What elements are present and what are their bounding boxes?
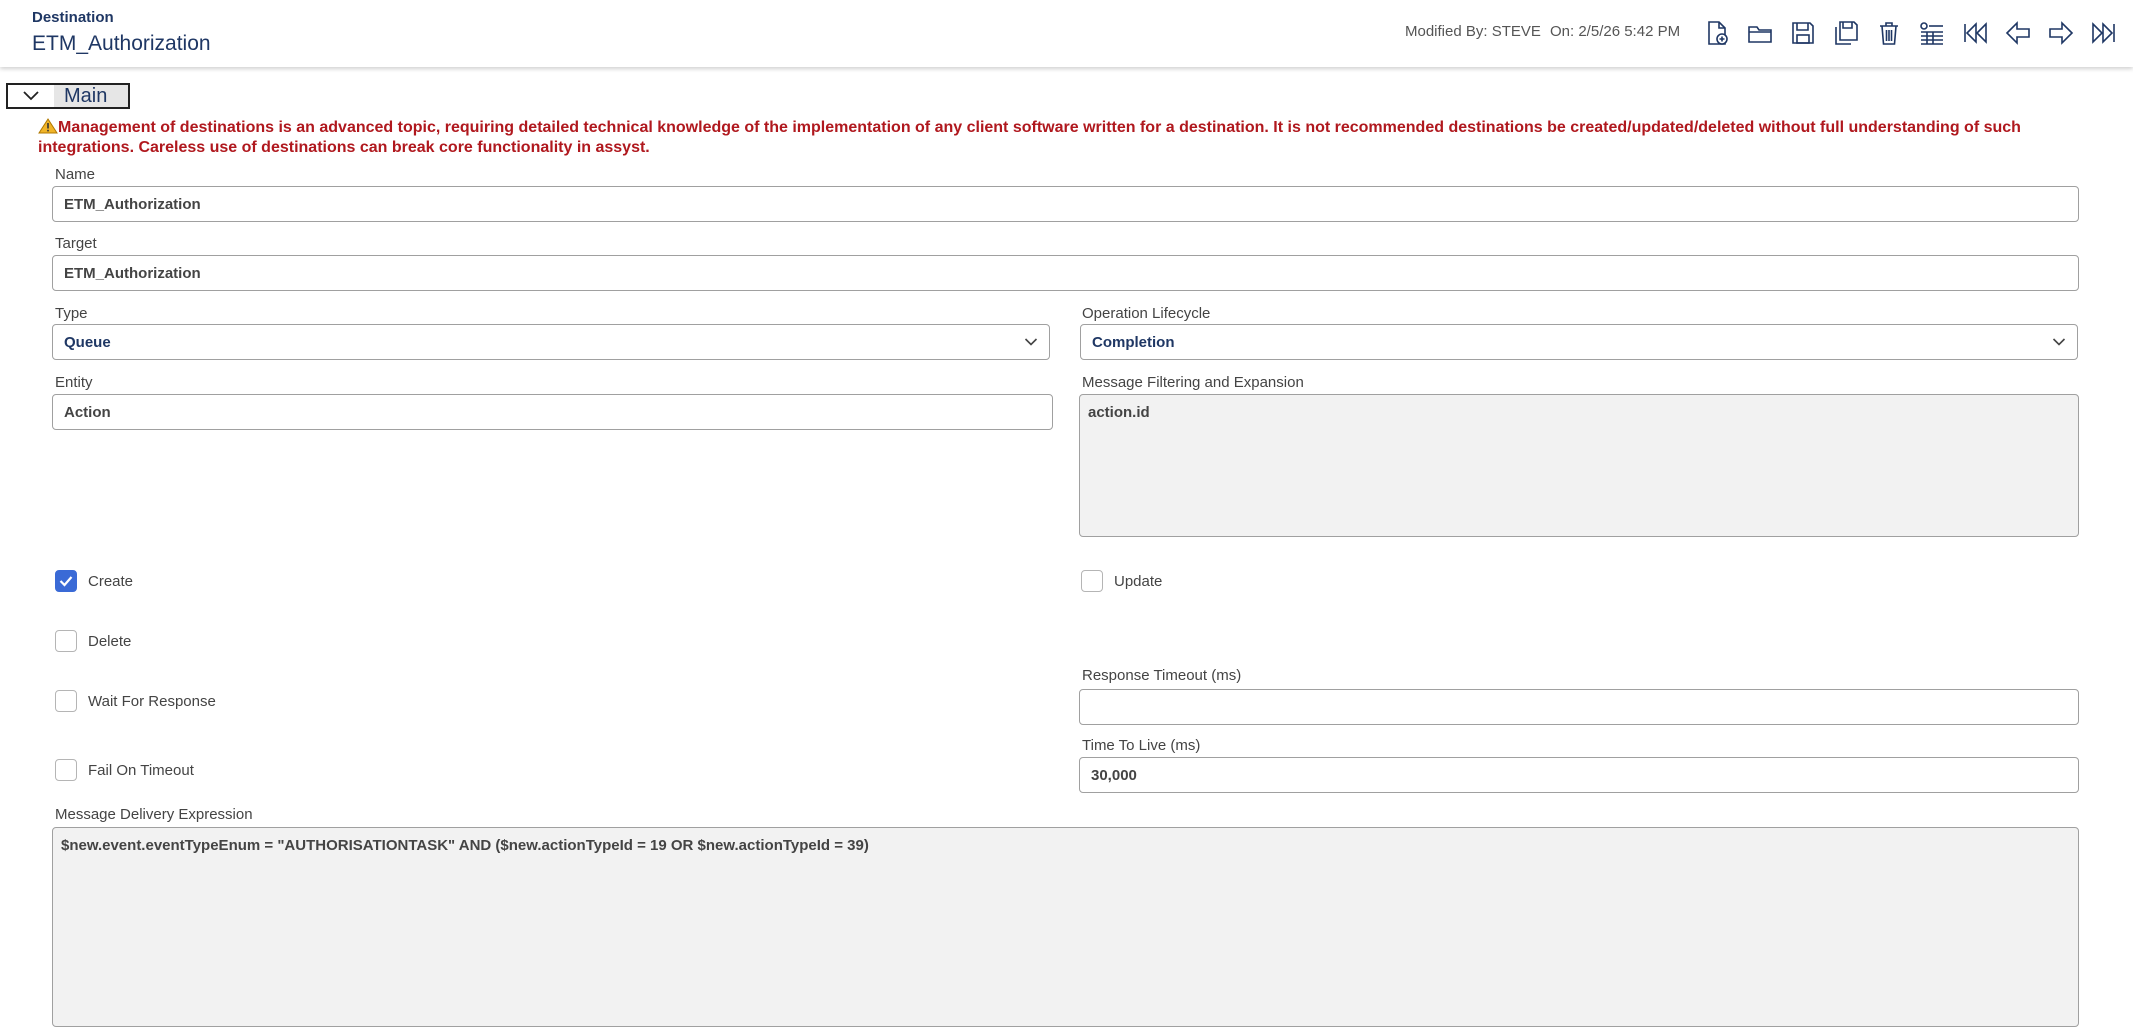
type-label: Type xyxy=(55,305,88,322)
operation-lifecycle-value: Completion xyxy=(1092,333,1175,351)
delete-icon xyxy=(1880,22,1898,45)
response-timeout-label: Response Timeout (ms) xyxy=(1082,667,1242,684)
wait-for-response-checkbox-row[interactable]: Wait For Response xyxy=(55,690,216,712)
entity-field[interactable]: Action xyxy=(52,394,1053,430)
type-select[interactable]: Queue xyxy=(52,324,1050,360)
entity-value: Action xyxy=(64,403,111,421)
create-label: Create xyxy=(88,572,134,590)
first-record-icon xyxy=(1964,22,1987,44)
open-button[interactable] xyxy=(1744,17,1776,49)
chevron-down-icon xyxy=(2052,334,2066,351)
chevron-down-icon xyxy=(8,85,54,107)
name-field[interactable]: ETM_Authorization xyxy=(52,186,2079,222)
update-checkbox-row[interactable]: Update xyxy=(1081,570,1162,592)
response-timeout-field[interactable] xyxy=(1079,689,2079,725)
type-value: Queue xyxy=(64,333,111,351)
delete-checkbox-row[interactable]: Delete xyxy=(55,630,131,652)
fail-on-timeout-label: Fail On Timeout xyxy=(88,761,194,779)
save-icon xyxy=(1792,22,1814,44)
delete-checkbox[interactable] xyxy=(55,630,77,652)
target-field[interactable]: ETM_Authorization xyxy=(52,255,2079,291)
warning-icon xyxy=(38,118,58,134)
name-value: ETM_Authorization xyxy=(64,195,201,213)
delete-button[interactable] xyxy=(1873,17,1905,49)
list-view-button[interactable] xyxy=(1916,17,1948,49)
checkmark-icon xyxy=(59,576,73,587)
previous-record-icon xyxy=(2005,21,2030,45)
message-delivery-label: Message Delivery Expression xyxy=(55,806,253,823)
main-section-toggle[interactable]: Main xyxy=(6,83,130,109)
message-filtering-label: Message Filtering and Expansion xyxy=(1082,374,1304,391)
time-to-live-field[interactable]: 30,000 xyxy=(1079,757,2079,793)
create-checkbox[interactable] xyxy=(55,570,77,592)
new-record-icon xyxy=(1708,21,1728,45)
save-copy-button[interactable] xyxy=(1830,17,1862,49)
next-record-button[interactable] xyxy=(2045,17,2077,49)
warning-message: Management of destinations is an advance… xyxy=(38,118,2088,158)
delete-label: Delete xyxy=(88,632,132,650)
entity-label: Entity xyxy=(55,374,93,391)
time-to-live-label: Time To Live (ms) xyxy=(1082,737,1201,754)
first-record-button[interactable] xyxy=(1959,17,1991,49)
section-label: Main xyxy=(54,85,128,107)
time-to-live-value: 30,000 xyxy=(1091,766,1137,784)
wait-for-response-label: Wait For Response xyxy=(88,692,216,710)
page-title: ETM_Authorization xyxy=(32,32,211,55)
save-copy-icon xyxy=(1835,21,1858,45)
next-record-icon xyxy=(2049,21,2074,45)
message-filtering-value: action.id xyxy=(1088,404,1150,421)
new-record-button[interactable] xyxy=(1701,17,1733,49)
previous-record-button[interactable] xyxy=(2002,17,2034,49)
save-button[interactable] xyxy=(1787,17,1819,49)
modified-on-text: On: 2/5/26 5:42 PM xyxy=(1550,23,1681,40)
warning-text: Management of destinations is an advance… xyxy=(38,119,2021,156)
target-value: ETM_Authorization xyxy=(64,264,201,282)
target-label: Target xyxy=(55,235,97,252)
open-folder-icon xyxy=(1748,26,1772,43)
update-label: Update xyxy=(1114,572,1163,590)
chevron-down-icon xyxy=(1024,334,1038,351)
wait-for-response-checkbox[interactable] xyxy=(55,690,77,712)
list-view-icon xyxy=(1920,22,1943,45)
page-header: Destination ETM_Authorization Modified B… xyxy=(0,0,2133,67)
fail-on-timeout-checkbox-row[interactable]: Fail On Timeout xyxy=(55,759,194,781)
message-delivery-value: $new.event.eventTypeEnum = "AUTHORISATIO… xyxy=(61,837,869,854)
message-filtering-textarea[interactable]: action.id xyxy=(1079,394,2079,537)
record-type-label: Destination xyxy=(32,9,114,26)
operation-lifecycle-select[interactable]: Completion xyxy=(1080,324,2078,360)
modified-by-text: Modified By: STEVE xyxy=(1405,23,1541,40)
create-checkbox-row[interactable]: Create xyxy=(55,570,133,592)
update-checkbox[interactable] xyxy=(1081,570,1103,592)
fail-on-timeout-checkbox[interactable] xyxy=(55,759,77,781)
name-label: Name xyxy=(55,166,96,183)
last-record-button[interactable] xyxy=(2088,17,2120,49)
message-delivery-textarea[interactable]: $new.event.eventTypeEnum = "AUTHORISATIO… xyxy=(52,827,2079,1027)
operation-lifecycle-label: Operation Lifecycle xyxy=(1082,305,1211,322)
last-record-icon xyxy=(2092,22,2115,44)
